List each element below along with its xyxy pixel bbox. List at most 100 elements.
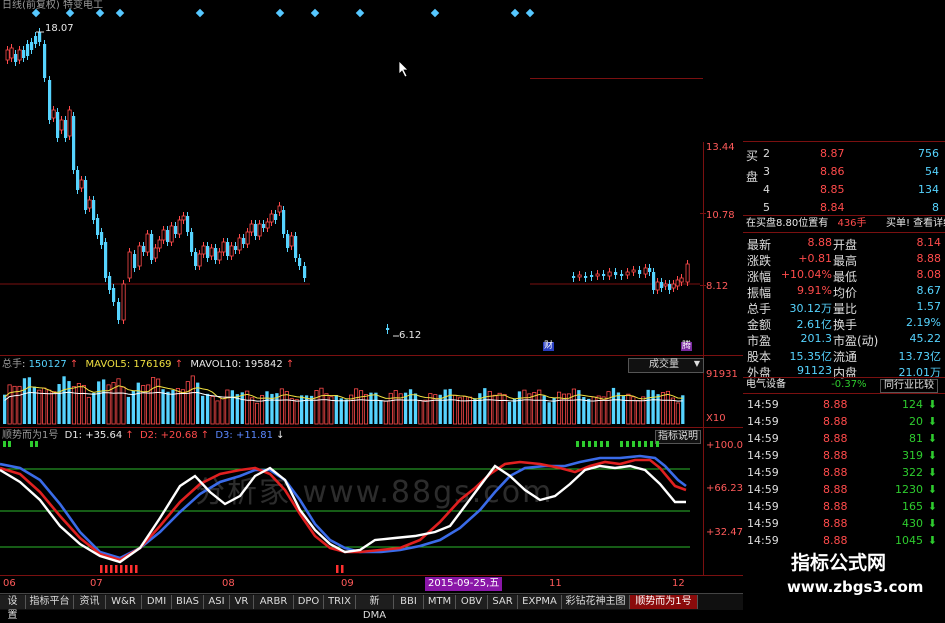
volume-bar (363, 394, 369, 425)
chart-area[interactable]: 日线(前复权) 特变电工 13.44 10.78 8.12 18.07 6.12… (0, 0, 743, 593)
signal-mark-top (30, 441, 33, 447)
volume-dropdown-label: 成交量 (649, 359, 679, 370)
candle-body (166, 230, 170, 242)
tick-time: 14:59 (747, 449, 779, 462)
tab-new-dma[interactable]: 新DMA (356, 595, 394, 621)
tab-trix[interactable]: TRIX (324, 595, 356, 609)
tab-bbi[interactable]: BBI (394, 595, 424, 609)
candle-body (100, 232, 104, 245)
signal-mark-bottom (130, 565, 133, 573)
candlestick-chart[interactable] (0, 20, 700, 350)
volume-bar (180, 389, 185, 425)
volume-bar (656, 394, 660, 424)
tab-bias[interactable]: BIAS (172, 595, 204, 609)
sector-name[interactable]: 电气设备 (746, 379, 786, 390)
tick-price: 8.88 (823, 500, 848, 513)
stat-row: 总手 30.12万 量比 1.57 (743, 298, 945, 316)
arrow-down-icon: ⬇ (927, 398, 937, 411)
tab-indicator-platform[interactable]: 指标平台 (26, 595, 74, 609)
volume-bar (7, 384, 12, 425)
tick-row: 14:59 8.88 1045 ⬇ (743, 532, 945, 548)
volume-bar (379, 400, 383, 424)
candle-body (26, 44, 30, 56)
compare-industry-button[interactable]: 同行业比较 (880, 379, 938, 393)
volume-bar (670, 397, 675, 425)
tab-mtm[interactable]: MTM (424, 595, 456, 609)
bid-price: 8.84 (820, 201, 845, 214)
stat-value: 9.91% (797, 284, 832, 297)
candle-body (30, 42, 34, 50)
candle-body (56, 112, 60, 138)
candle-body (169, 225, 174, 243)
volume-bar (369, 392, 373, 424)
x-highlight-date: 2015-09-25,五 (425, 577, 503, 591)
tick-volume: 124 (902, 398, 923, 411)
signal-mark-top (626, 441, 629, 447)
tab-arbr[interactable]: ARBR (254, 595, 294, 609)
stat-row: 涨幅 +10.04% 最低 8.08 (743, 266, 945, 284)
mavol10-value: 195842 (244, 359, 283, 370)
candle-body (133, 254, 137, 268)
x-label-08: 08 (222, 578, 235, 589)
candle-body (254, 224, 258, 236)
tab-shunshi[interactable]: 顺势而为1号 (630, 595, 698, 609)
tab-settings[interactable]: 设置 (0, 595, 26, 621)
arrow-down-icon: ⬇ (927, 466, 937, 479)
signal-mark-top (650, 441, 653, 447)
candle-body (201, 245, 206, 255)
tick-volume: 319 (902, 449, 923, 462)
volume-bar (423, 399, 428, 425)
candle-body (48, 80, 52, 120)
volume-bar (250, 397, 255, 425)
marker-cai[interactable]: 财 (543, 342, 555, 351)
tab-dpo[interactable]: DPO (294, 595, 324, 609)
tab-asi[interactable]: ASI (204, 595, 230, 609)
volume-bar (131, 390, 135, 424)
volume-bar (512, 398, 517, 424)
candle-body (157, 239, 162, 249)
tab-dmi[interactable]: DMI (142, 595, 172, 609)
volume-chart[interactable] (0, 372, 700, 426)
candle-body (145, 233, 150, 253)
tab-wr[interactable]: W&R (106, 595, 142, 609)
tab-news[interactable]: 资讯 (74, 595, 106, 609)
candle-body (96, 218, 100, 235)
candle-body (386, 328, 390, 330)
price-axis-tick-2: 10.78 (706, 210, 735, 221)
indicator-chart[interactable] (0, 440, 700, 575)
stat-row: 股本 15.35亿 流通 13.73亿 (743, 346, 945, 364)
volume-bar (547, 402, 551, 424)
tick-volume: 20 (909, 415, 923, 428)
signal-mark-bottom (341, 565, 344, 573)
candle-body (92, 200, 96, 220)
mavol5-value: 176169 (133, 359, 172, 370)
arrow-down-icon: ⬇ (927, 415, 937, 428)
order-detail-link[interactable]: 买单! 查看详细 (886, 219, 945, 229)
signal-mark-bottom (110, 565, 113, 573)
stat-value: 8.88 (807, 236, 833, 249)
volume-bar (675, 402, 680, 425)
candle-body (174, 226, 178, 234)
marker-teng[interactable]: 腾 (681, 342, 693, 351)
candle-body (153, 247, 158, 259)
event-markers[interactable] (0, 8, 743, 20)
volume-bar (681, 395, 685, 424)
bid-row[interactable]: 3 8.86 54 (743, 163, 945, 179)
tab-obv[interactable]: OBV (456, 595, 488, 609)
tab-vr[interactable]: VR (230, 595, 254, 609)
bid-volume: 756 (918, 147, 939, 160)
candle-body (221, 241, 226, 253)
volume-bar (126, 396, 131, 424)
candle-body (64, 120, 68, 138)
bid-row[interactable]: 2 8.87 756 (743, 145, 945, 161)
tab-sar[interactable]: SAR (488, 595, 518, 609)
indicator-axis-tick-3: +32.47 (706, 527, 744, 538)
bid-row[interactable]: 5 8.84 8 (743, 199, 945, 215)
tab-caizuan[interactable]: 彩钻花神主图 (562, 595, 630, 609)
tab-expma[interactable]: EXPMA (518, 595, 562, 609)
bid-row[interactable]: 4 8.85 134 (743, 181, 945, 197)
volume-bar (582, 397, 586, 424)
tick-row: 14:59 8.88 165 ⬇ (743, 498, 945, 514)
candle-body (577, 274, 582, 278)
volume-indicator-dropdown[interactable]: 成交量 ▼ (628, 358, 704, 373)
